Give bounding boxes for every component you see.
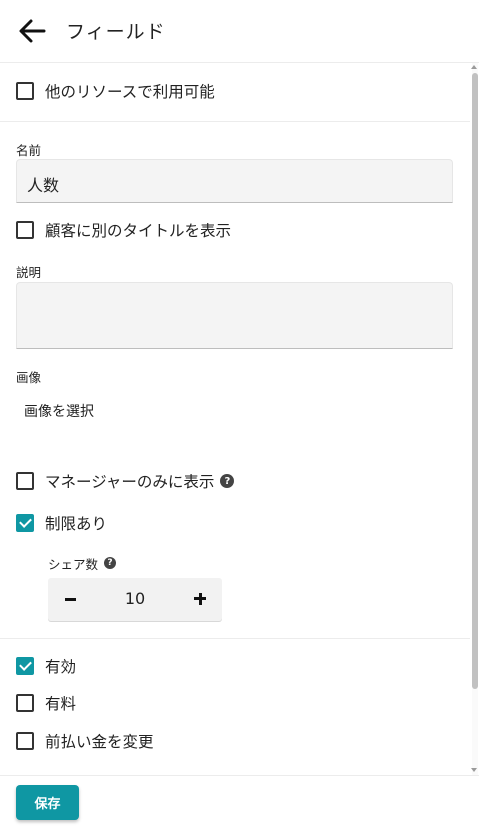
divider [0, 121, 470, 122]
share-count-value[interactable]: 10 [108, 589, 162, 608]
decrement-button[interactable] [54, 583, 86, 615]
enabled-toggle[interactable]: 有効 [16, 654, 76, 678]
scrollbar[interactable] [470, 63, 479, 775]
name-label: 名前 [16, 143, 42, 158]
checkbox[interactable] [16, 732, 34, 750]
save-button[interactable]: 保存 [16, 785, 79, 820]
checkbox[interactable] [16, 82, 34, 100]
app-header: フィールド [0, 0, 479, 63]
scroll-up-arrow-icon[interactable] [471, 65, 477, 69]
footer-bar: 保存 [0, 775, 479, 829]
question-circle-icon[interactable]: ? [104, 557, 117, 569]
show-different-title-toggle[interactable]: 顧客に別のタイトルを表示 [16, 218, 231, 242]
description-label: 説明 [16, 265, 42, 280]
managers-only-toggle[interactable]: マネージャーのみに表示 ? [16, 469, 235, 493]
name-input-value: 人数 [27, 176, 60, 195]
checkbox[interactable] [16, 472, 34, 490]
limited-toggle[interactable]: 制限あり [16, 511, 107, 535]
checkbox-label: 有効 [45, 658, 77, 676]
page-title: フィールド [66, 21, 166, 43]
increment-button[interactable] [184, 583, 216, 615]
description-textarea[interactable] [16, 282, 453, 349]
checkbox-label: 前払い金を変更 [45, 733, 154, 751]
share-count-stepper: 10 [48, 578, 222, 621]
checkbox-label: 制限あり [45, 515, 108, 533]
form-content: 他のリソースで利用可能 名前 人数 顧客に別のタイトルを表示 説明 画像 画像を… [0, 63, 470, 775]
image-label: 画像 [16, 370, 42, 385]
change-prepayment-toggle[interactable]: 前払い金を変更 [16, 729, 154, 753]
checkbox[interactable] [16, 221, 34, 239]
checkbox[interactable] [16, 694, 34, 712]
checkbox-label: マネージャーのみに表示 [45, 473, 215, 491]
share-count-label: シェア数 [48, 556, 99, 572]
question-circle-icon[interactable]: ? [220, 474, 235, 488]
checkbox-checked[interactable] [16, 514, 34, 532]
checkbox-checked[interactable] [16, 657, 34, 675]
checkbox-label: 顧客に別のタイトルを表示 [45, 222, 232, 240]
select-image-link[interactable]: 画像を選択 [24, 401, 94, 421]
checkbox-label: 他のリソースで利用可能 [45, 83, 215, 101]
scroll-down-arrow-icon[interactable] [471, 768, 477, 772]
share-count-label-row: シェア数 ? [48, 553, 117, 573]
scrollbar-thumb[interactable] [472, 73, 478, 689]
divider [0, 638, 470, 639]
name-input[interactable]: 人数 [16, 159, 453, 203]
paid-toggle[interactable]: 有料 [16, 691, 76, 715]
arrow-left-icon[interactable] [18, 18, 46, 44]
available-other-resources-toggle[interactable]: 他のリソースで利用可能 [16, 79, 215, 103]
checkbox-label: 有料 [45, 695, 77, 713]
minus-icon [64, 597, 76, 601]
